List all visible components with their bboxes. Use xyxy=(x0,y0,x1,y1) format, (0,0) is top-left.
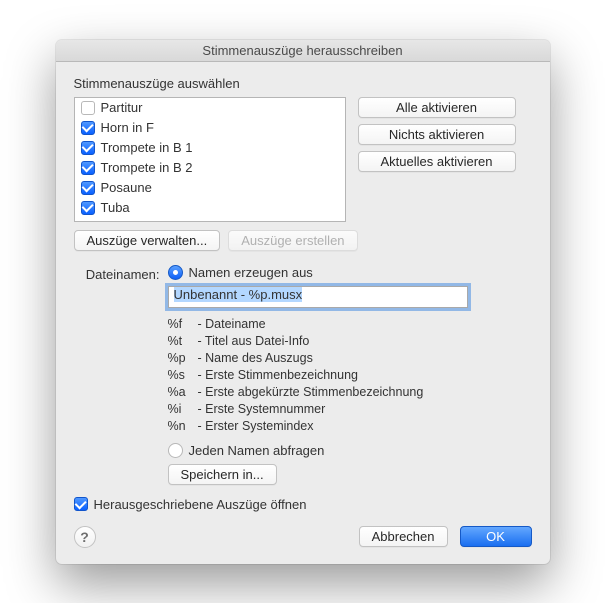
generate-names-radio[interactable]: Namen erzeugen aus xyxy=(168,265,532,280)
legend-key: %s xyxy=(168,367,192,384)
legend-desc: - Erste abgekürzte Stimmenbezeichnung xyxy=(198,384,424,401)
extract-parts-dialog: Stimmenauszüge herausschreiben Stimmenau… xyxy=(56,40,550,564)
help-button[interactable]: ? xyxy=(74,526,96,548)
dialog-title: Stimmenauszüge herausschreiben xyxy=(56,40,550,62)
open-extracted-label: Herausgeschriebene Auszüge öffnen xyxy=(94,497,307,512)
legend-desc: - Erste Stimmenbezeichnung xyxy=(198,367,359,384)
radio-icon xyxy=(168,443,183,458)
list-item[interactable]: Trompete in B 1 xyxy=(75,138,345,158)
checkbox-icon xyxy=(74,497,88,511)
pattern-legend: %f- Dateiname%t- Titel aus Datei-Info%p-… xyxy=(168,316,532,435)
checkbox-icon[interactable] xyxy=(81,121,95,135)
checkbox-icon[interactable] xyxy=(81,141,95,155)
list-item-label: Tuba xyxy=(101,200,130,215)
legend-row: %p - Name des Auszugs xyxy=(168,350,532,367)
legend-desc: - Erster Systemindex xyxy=(198,418,314,435)
list-item-label: Horn in F xyxy=(101,120,154,135)
legend-desc: - Dateiname xyxy=(198,316,266,333)
checkbox-icon[interactable] xyxy=(81,201,95,215)
list-item-label: Partitur xyxy=(101,100,143,115)
list-item[interactable]: Partitur xyxy=(75,98,345,118)
create-parts-button: Auszüge erstellen xyxy=(228,230,357,251)
list-item-label: Trompete in B 2 xyxy=(101,160,193,175)
legend-row: %t - Titel aus Datei-Info xyxy=(168,333,532,350)
legend-desc: - Titel aus Datei-Info xyxy=(198,333,310,350)
legend-key: %t xyxy=(168,333,192,350)
legend-key: %a xyxy=(168,384,192,401)
checkbox-icon[interactable] xyxy=(81,101,95,115)
checkbox-icon[interactable] xyxy=(81,161,95,175)
legend-row: %f - Dateiname xyxy=(168,316,532,333)
legend-row: %a - Erste abgekürzte Stimmenbezeichnung xyxy=(168,384,532,401)
legend-key: %f xyxy=(168,316,192,333)
open-extracted-checkbox[interactable]: Herausgeschriebene Auszüge öffnen xyxy=(74,497,532,512)
cancel-button[interactable]: Abbrechen xyxy=(359,526,448,547)
checkbox-icon[interactable] xyxy=(81,181,95,195)
manage-parts-button[interactable]: Auszüge verwalten... xyxy=(74,230,221,251)
list-item-label: Trompete in B 1 xyxy=(101,140,193,155)
filename-pattern-input[interactable]: Unbenannt - %p.musx xyxy=(168,286,468,308)
legend-desc: - Name des Auszugs xyxy=(198,350,313,367)
legend-key: %p xyxy=(168,350,192,367)
activate-all-button[interactable]: Alle aktivieren xyxy=(358,97,516,118)
legend-key: %n xyxy=(168,418,192,435)
legend-desc: - Erste Systemnummer xyxy=(198,401,326,418)
list-item[interactable]: Trompete in B 2 xyxy=(75,158,345,178)
activate-current-button[interactable]: Aktuelles aktivieren xyxy=(358,151,516,172)
ok-button[interactable]: OK xyxy=(460,526,532,547)
radio-icon xyxy=(168,265,183,280)
generate-names-label: Namen erzeugen aus xyxy=(189,265,313,280)
list-item-label: Posaune xyxy=(101,180,152,195)
list-item[interactable]: Posaune xyxy=(75,178,345,198)
list-item[interactable]: Horn in F xyxy=(75,118,345,138)
legend-key: %i xyxy=(168,401,192,418)
prompt-names-radio[interactable]: Jeden Namen abfragen xyxy=(168,443,532,458)
filenames-label: Dateinamen: xyxy=(74,265,160,282)
prompt-names-label: Jeden Namen abfragen xyxy=(189,443,325,458)
filename-pattern-value: Unbenannt - %p.musx xyxy=(174,287,303,302)
save-into-button[interactable]: Speichern in... xyxy=(168,464,277,485)
dialog-content: Stimmenauszüge auswählen Partitur Horn in… xyxy=(56,62,550,564)
legend-row: %i - Erste Systemnummer xyxy=(168,401,532,418)
list-item[interactable]: Tuba xyxy=(75,198,345,218)
select-parts-label: Stimmenauszüge auswählen xyxy=(74,76,532,91)
legend-row: %n - Erster Systemindex xyxy=(168,418,532,435)
legend-row: %s - Erste Stimmenbezeichnung xyxy=(168,367,532,384)
activate-none-button[interactable]: Nichts aktivieren xyxy=(358,124,516,145)
parts-listbox[interactable]: Partitur Horn in F Trompete in B 1 Trompete… xyxy=(74,97,346,222)
